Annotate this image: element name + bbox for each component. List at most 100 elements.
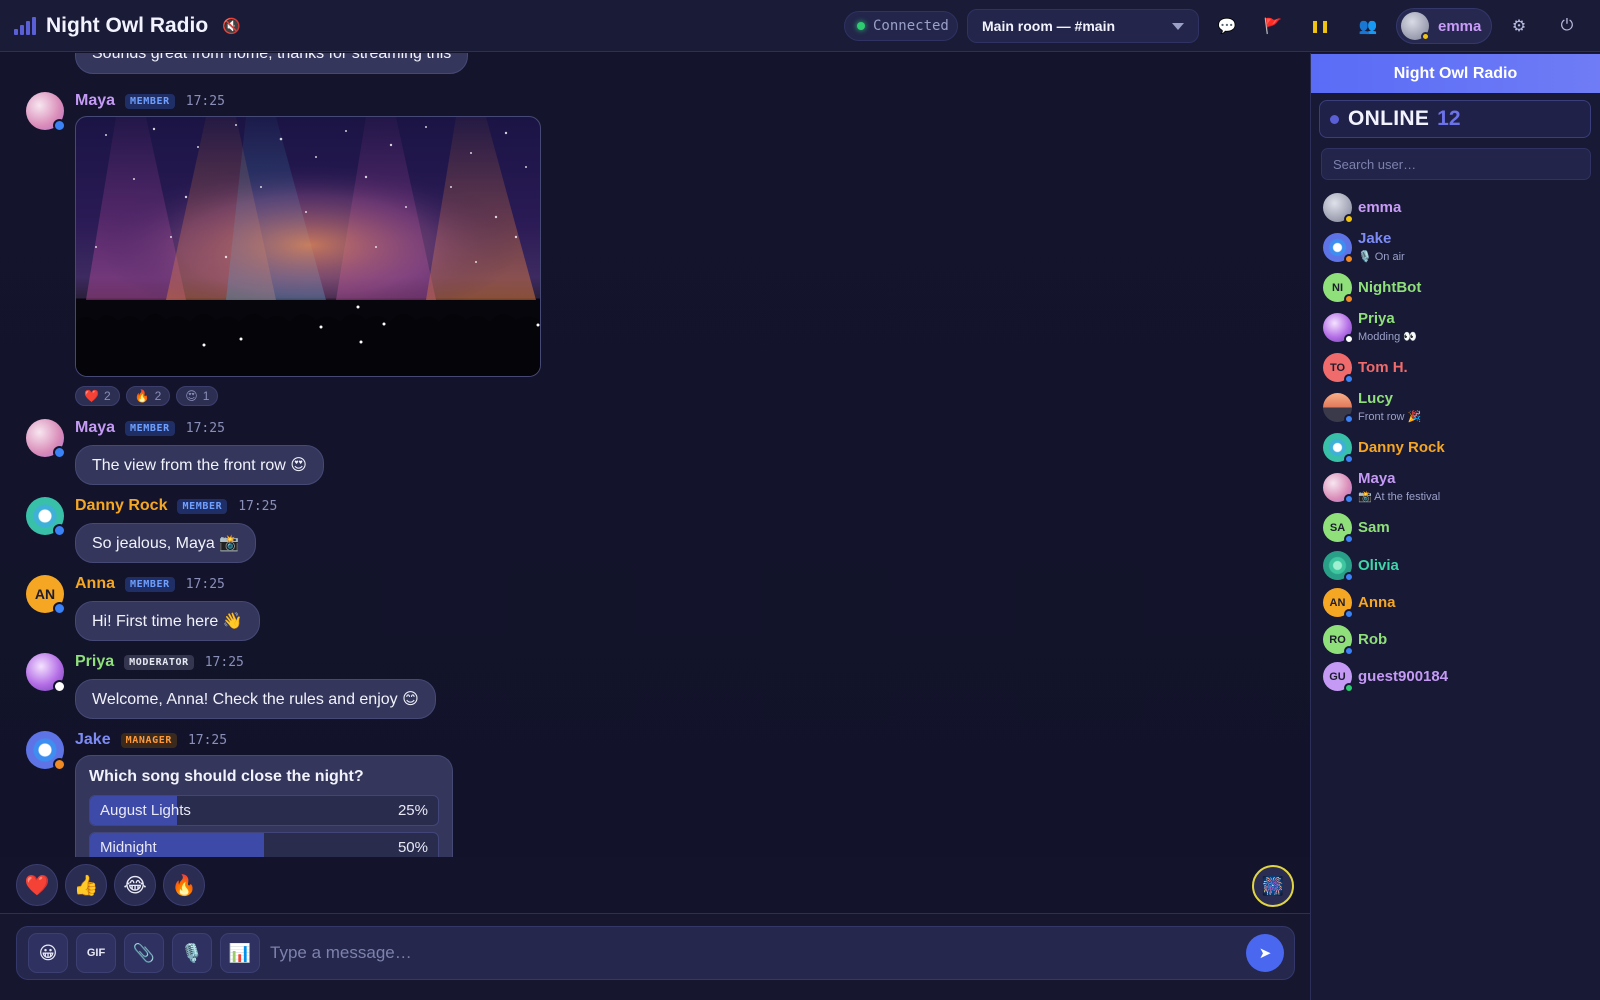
user-name: emma — [1358, 198, 1402, 216]
concert-photo-art — [76, 117, 540, 376]
gear-icon[interactable]: ⚙ — [1505, 12, 1533, 40]
thumbs-up-reaction-button[interactable]: 👍 — [65, 864, 107, 906]
reaction-chip[interactable]: ❤️ 2 — [75, 386, 120, 406]
laugh-reaction-button[interactable]: 😂 — [114, 864, 156, 906]
role-badge: MEMBER — [125, 576, 175, 592]
gif-button[interactable]: GIF — [76, 933, 116, 973]
message-bubble: Welcome, Anna! Check the rules and enjoy… — [75, 679, 436, 719]
avatar: AN — [26, 575, 66, 615]
role-badge: MANAGER — [120, 732, 177, 748]
avatar: GU — [1323, 662, 1354, 693]
message-username[interactable]: Maya — [75, 419, 115, 437]
user-search-input[interactable] — [1321, 148, 1591, 180]
user-name: Tom H. — [1358, 358, 1408, 376]
user-name: NightBot — [1358, 278, 1422, 296]
user-list-item[interactable]: emma — [1323, 188, 1593, 227]
fire-icon: 🔥 — [134, 389, 150, 403]
current-username: emma — [1438, 17, 1482, 35]
message-username[interactable]: Priya — [75, 653, 114, 671]
user-list-item[interactable]: TO Tom H. — [1323, 348, 1593, 387]
role-badge: MEMBER — [177, 498, 228, 514]
mute-icon[interactable]: 🔇 — [222, 17, 241, 35]
message-username[interactable]: Anna — [75, 575, 115, 593]
user-name: Priya — [1358, 310, 1395, 327]
user-name: Maya — [1358, 470, 1396, 487]
reaction-chip[interactable]: 😍 1 — [176, 386, 219, 406]
avatar — [1323, 233, 1354, 264]
message-username[interactable]: Jake — [75, 731, 111, 749]
user-list-item[interactable]: Jake 🎙️ On air — [1323, 227, 1593, 268]
flag-icon[interactable]: 🚩 — [1259, 12, 1287, 40]
user-list-item[interactable]: SA Sam — [1323, 508, 1593, 547]
message-username[interactable]: Danny Rock — [75, 497, 167, 515]
user-name: Olivia — [1358, 556, 1399, 574]
user-list: emma Jake 🎙️ On air NI NightBot Priya Mo… — [1323, 188, 1593, 695]
user-list-item[interactable]: Olivia — [1323, 547, 1593, 584]
avatar — [1323, 393, 1354, 424]
message-input[interactable] — [268, 933, 1246, 973]
avatar — [1323, 551, 1354, 582]
pause-icon[interactable]: ❚❚ — [1306, 12, 1334, 40]
composer: 😀 GIF 📎 🎙️ 📊 ➤ — [16, 926, 1295, 980]
user-list-item[interactable]: AN Anna — [1323, 584, 1593, 621]
role-badge: MEMBER — [125, 93, 175, 109]
user-name: Anna — [1358, 593, 1396, 611]
message-username[interactable]: Maya — [75, 92, 115, 110]
user-list-item[interactable]: Lucy Front row 🎉 — [1323, 387, 1593, 428]
user-list-item[interactable]: RO Rob — [1323, 621, 1593, 658]
user-status: Front row 🎉 — [1358, 411, 1422, 423]
chat-feed[interactable]: Sounds great from home, thanks for strea… — [0, 53, 1310, 857]
avatar: SA — [1323, 513, 1354, 544]
attach-button[interactable]: 📎 — [124, 933, 164, 973]
avatar — [26, 92, 66, 132]
online-label: ONLINE — [1348, 107, 1430, 130]
message-bubble: So jealous, Maya 📸 — [75, 523, 257, 563]
user-list-item[interactable]: NI NightBot — [1323, 268, 1593, 307]
chat-bubble-icon[interactable]: 💬 — [1213, 12, 1241, 40]
emoji-picker-button[interactable]: 😀 — [28, 933, 68, 973]
message-time: 17:25 — [185, 420, 225, 436]
poll-button[interactable]: 📊 — [220, 933, 260, 973]
user-status: 📸 At the festival — [1358, 491, 1441, 503]
composer-area: 😀 GIF 📎 🎙️ 📊 ➤ — [0, 913, 1310, 1000]
user-list-item[interactable]: GU guest900184 — [1323, 658, 1593, 695]
message-time: 17:25 — [185, 93, 225, 109]
concert-photo[interactable] — [75, 116, 541, 377]
message-time: 17:25 — [204, 654, 244, 670]
avatar — [1323, 473, 1354, 504]
fireworks-effect-button[interactable]: 🎆 — [1252, 865, 1294, 907]
power-icon[interactable]: ⏻ — [1553, 12, 1581, 40]
avatar — [1323, 433, 1354, 464]
avatar: RO — [1323, 625, 1354, 656]
user-list-item[interactable]: Maya 📸 At the festival — [1323, 467, 1593, 508]
microphone-button[interactable]: 🎙️ — [172, 933, 212, 973]
role-badge: MODERATOR — [124, 654, 194, 670]
poll-card: Which song should close the night? Augus… — [75, 755, 453, 857]
poll-option[interactable]: Midnight 50% — [89, 832, 439, 857]
top-bar: Night Owl Radio 🔇 Connected Main room — … — [0, 0, 1600, 52]
user-status: 🎙️ On air — [1358, 251, 1405, 263]
user-status: Modding 👀 — [1358, 331, 1417, 343]
users-icon[interactable]: 👥 — [1354, 12, 1382, 40]
avatar: NI — [1323, 273, 1354, 304]
user-list-item[interactable]: Priya Modding 👀 — [1323, 307, 1593, 348]
connection-status: Connected — [844, 11, 958, 41]
poll-option-percent: 25% — [397, 802, 428, 819]
user-name: Danny Rock — [1358, 438, 1445, 456]
user-menu[interactable]: emma — [1396, 8, 1492, 44]
avatar — [1323, 313, 1354, 344]
room-select[interactable]: Main room — #main — [967, 9, 1199, 43]
reaction-chip[interactable]: 🔥 2 — [125, 386, 171, 406]
poll-option[interactable]: August Lights 25% — [89, 795, 439, 826]
heart-reaction-button[interactable]: ❤️ — [16, 864, 58, 906]
heart-icon: ❤️ — [84, 389, 99, 403]
online-counter: ONLINE 12 — [1319, 100, 1591, 138]
send-button[interactable]: ➤ — [1246, 934, 1284, 972]
users-panel: Night Owl Radio ONLINE 12 emma Jake 🎙️ O… — [1310, 53, 1600, 1000]
user-list-item[interactable]: Danny Rock — [1323, 428, 1593, 467]
avatar — [26, 419, 66, 459]
user-name: Sam — [1358, 518, 1390, 536]
fire-reaction-button[interactable]: 🔥 — [163, 864, 205, 906]
poll-question: Which song should close the night? — [89, 768, 364, 785]
avatar — [1401, 12, 1430, 41]
